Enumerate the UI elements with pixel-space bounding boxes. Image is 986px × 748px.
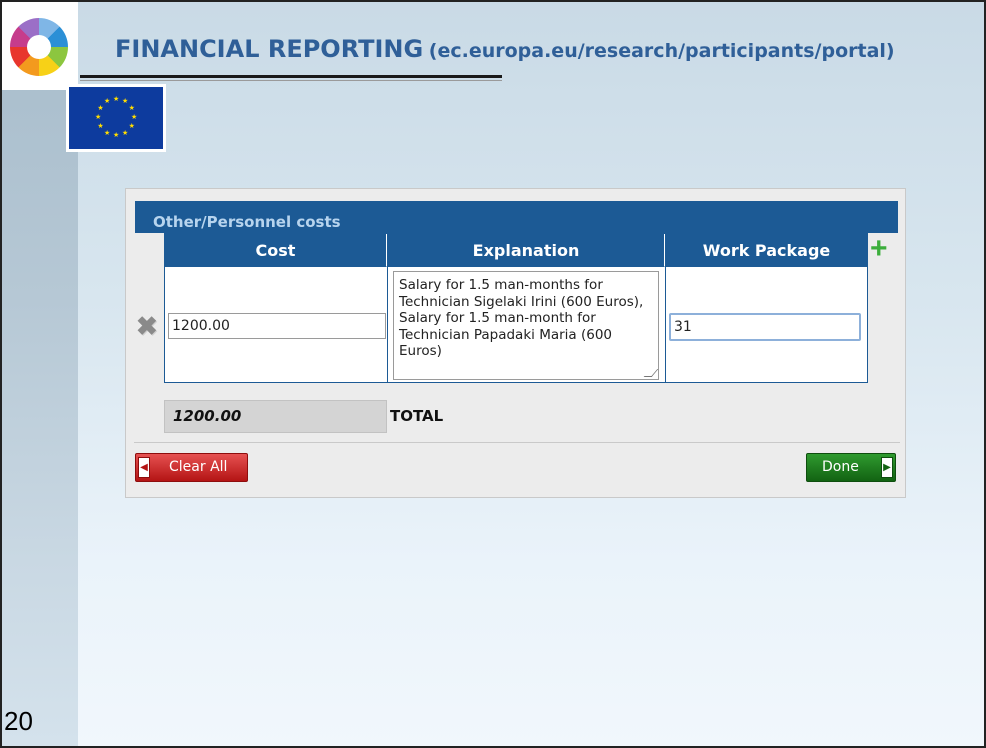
cost-input[interactable]: 1200.00	[168, 313, 386, 339]
done-label: Done	[822, 459, 859, 475]
flag-star-icon: ★	[97, 105, 104, 112]
work-package-input[interactable]: 31	[669, 313, 861, 341]
done-button[interactable]: Done ▶	[806, 453, 896, 482]
total-value: 1200.00	[164, 400, 387, 433]
costs-table: Cost 1200.00 Explanation Salary for 1.5 …	[164, 233, 868, 383]
slide-title-main: FINANCIAL REPORTING	[115, 35, 424, 63]
slide-title-url: (ec.europa.eu/research/participants/port…	[428, 40, 895, 62]
title-underline-thin	[80, 80, 502, 81]
chevron-right-icon: ▶	[881, 457, 893, 478]
flag-star-icon: ★	[113, 96, 120, 103]
column-header-work-package: Work Package	[666, 234, 867, 267]
slide-title: FINANCIAL REPORTING (ec.europa.eu/resear…	[115, 35, 895, 63]
explanation-text: Salary for 1.5 man-months for Technician…	[399, 277, 644, 359]
clear-all-label: Clear All	[169, 459, 228, 475]
resize-handle-icon[interactable]	[643, 369, 658, 377]
plus-icon[interactable]: +	[870, 234, 892, 264]
divider	[134, 442, 900, 443]
flag-star-icon: ★	[97, 123, 104, 130]
chevron-left-icon: ◀	[138, 457, 150, 478]
work-package-column: Work Package 31	[666, 234, 867, 382]
column-header-explanation: Explanation	[388, 234, 665, 267]
logo-box	[2, 2, 78, 90]
column-header-cost: Cost	[165, 234, 387, 267]
flag-star-icon: ★	[122, 98, 129, 106]
color-ring-logo-icon	[10, 18, 68, 76]
eu-flag-icon: ★ ★ ★ ★ ★ ★ ★ ★ ★ ★ ★ ★	[66, 84, 166, 152]
explanation-textarea[interactable]: Salary for 1.5 man-months for Technician…	[393, 271, 659, 380]
explanation-column: Explanation Salary for 1.5 man-months fo…	[388, 234, 666, 382]
personnel-costs-dialog: Other/Personnel costs ✖ Cost 1200.00 Exp…	[125, 188, 906, 498]
close-icon[interactable]: ✖	[136, 313, 158, 339]
dialog-header: Other/Personnel costs	[135, 201, 898, 233]
flag-star-icon: ★	[104, 98, 111, 106]
flag-star-icon: ★	[128, 105, 135, 112]
cost-column: Cost 1200.00	[165, 234, 388, 382]
flag-star-icon: ★	[131, 114, 138, 121]
flag-star-icon: ★	[104, 129, 111, 137]
total-label: TOTAL	[390, 407, 444, 425]
eu-flag-field: ★ ★ ★ ★ ★ ★ ★ ★ ★ ★ ★ ★	[69, 87, 163, 149]
clear-all-button[interactable]: ◀ Clear All	[135, 453, 248, 482]
flag-star-icon: ★	[128, 123, 135, 130]
flag-star-icon: ★	[122, 129, 129, 137]
flag-star-icon: ★	[113, 132, 120, 139]
title-underline	[80, 75, 502, 78]
flag-star-icon: ★	[95, 114, 102, 121]
slide-number: 20	[4, 706, 33, 736]
